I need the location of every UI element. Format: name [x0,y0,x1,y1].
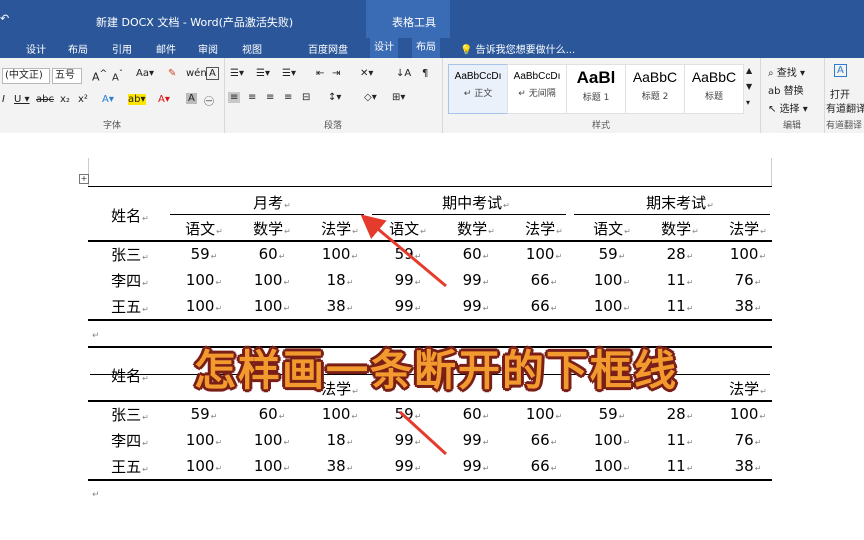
arrow-to-border-gap [360,214,447,288]
annotation-arrows [360,214,448,456]
arrow-second [398,410,448,456]
video-caption: 怎样画一条断开的下框线 [193,346,678,395]
